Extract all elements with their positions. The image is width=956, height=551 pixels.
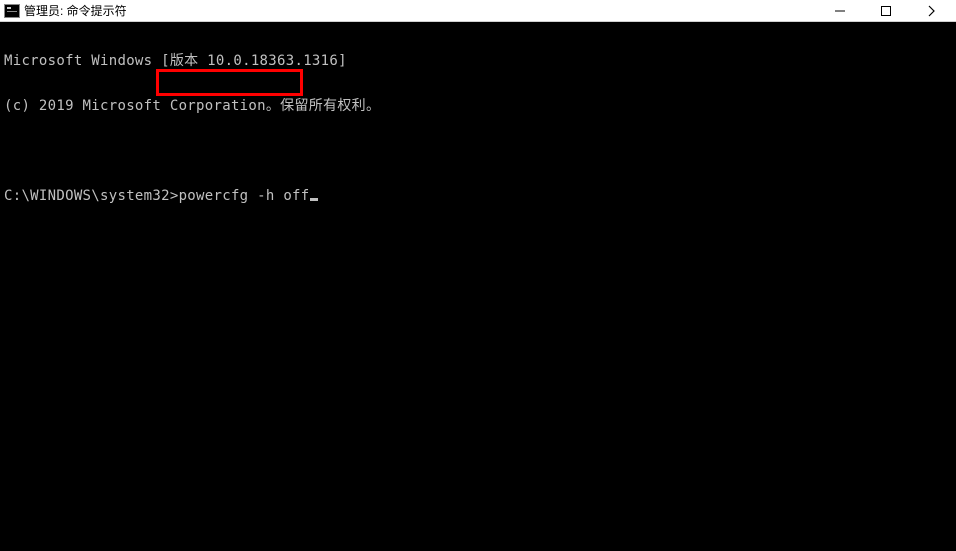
window-controls — [826, 1, 954, 21]
titlebar-left: 管理员: 命令提示符 — [4, 2, 127, 19]
terminal-output: Microsoft Windows [版本 10.0.18363.1316] (… — [0, 22, 956, 234]
cmd-window: 管理员: 命令提示符 Microsoft Windows [版本 10.0. — [0, 0, 956, 551]
chevron-right-icon — [927, 5, 937, 17]
command-text: powercfg -h off — [179, 188, 310, 204]
minimize-icon — [835, 6, 845, 16]
copyright-line: (c) 2019 Microsoft Corporation。保留所有权利。 — [4, 99, 952, 114]
maximize-button[interactable] — [872, 1, 900, 21]
prompt-line: C:\WINDOWS\system32>powercfg -h off — [4, 189, 952, 204]
minimize-button[interactable] — [826, 1, 854, 21]
maximize-icon — [881, 6, 891, 16]
version-line: Microsoft Windows [版本 10.0.18363.1316] — [4, 54, 952, 69]
more-button[interactable] — [918, 1, 946, 21]
window-title: 管理员: 命令提示符 — [24, 2, 127, 19]
terminal-area[interactable]: Microsoft Windows [版本 10.0.18363.1316] (… — [0, 22, 956, 551]
cursor-icon — [310, 198, 318, 201]
blank-line — [4, 144, 952, 159]
titlebar[interactable]: 管理员: 命令提示符 — [0, 0, 956, 22]
cmd-icon — [4, 4, 20, 18]
prompt-text: C:\WINDOWS\system32> — [4, 188, 179, 204]
